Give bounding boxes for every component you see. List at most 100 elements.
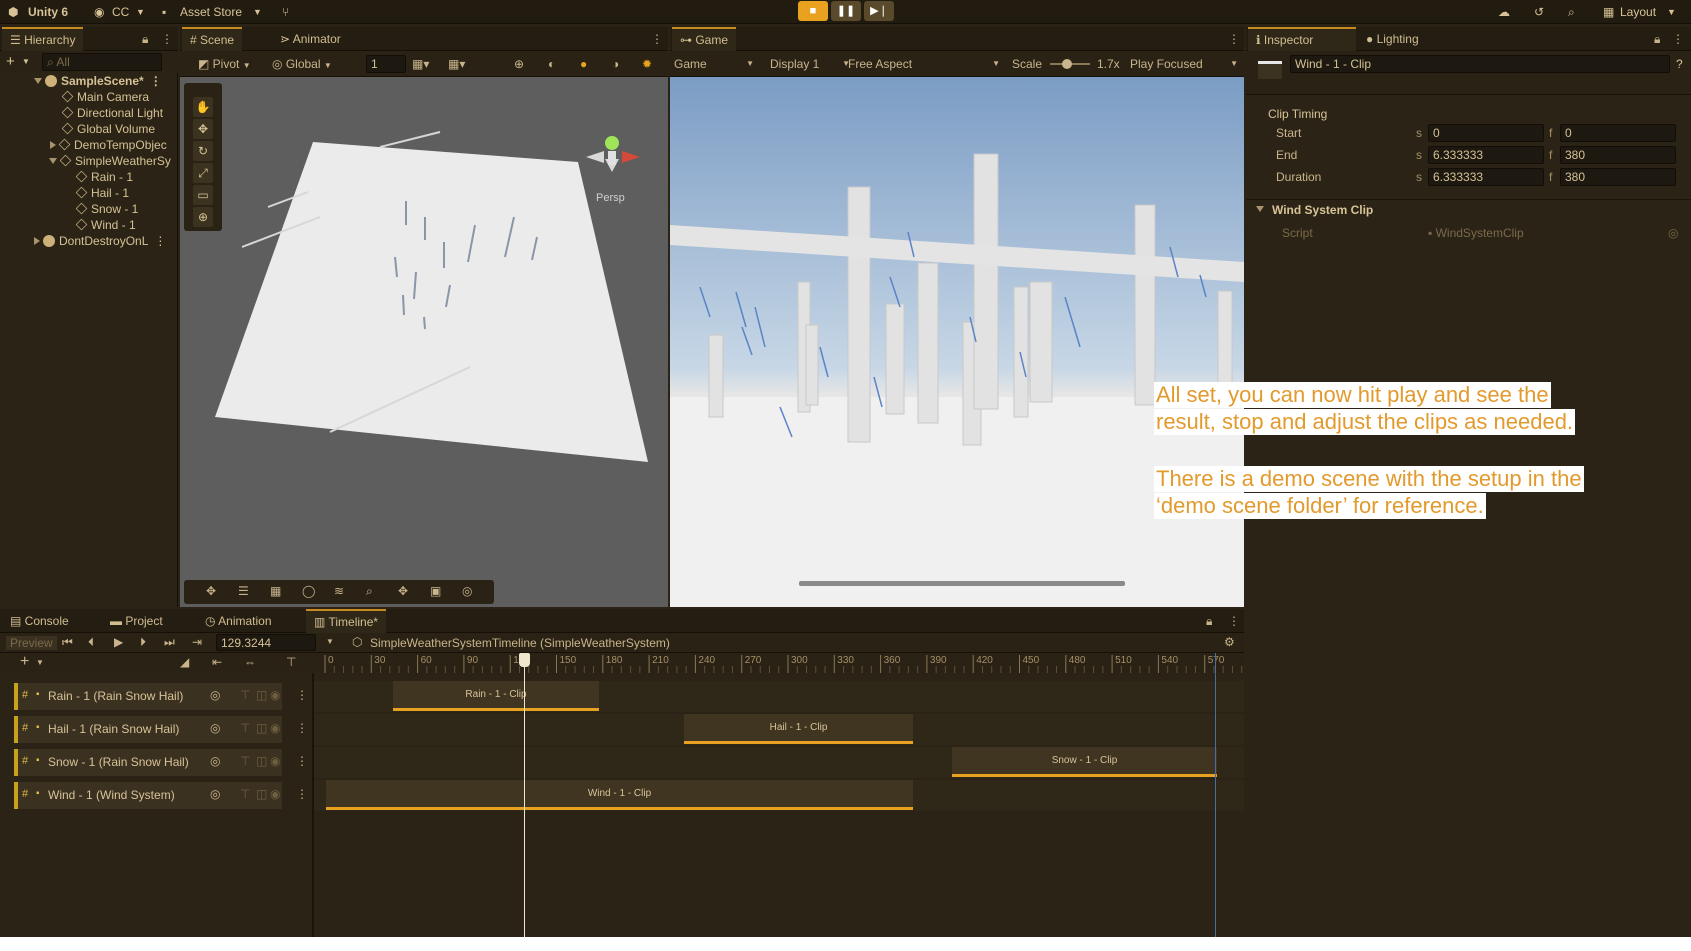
- shading-icon[interactable]: ◐: [548, 56, 555, 72]
- pause-button[interactable]: ❚❚: [831, 1, 861, 21]
- navigate-icon[interactable]: ✥: [398, 584, 408, 598]
- grid-snap-input[interactable]: 1: [366, 55, 406, 73]
- tab-animation[interactable]: ◷ Animation: [197, 609, 280, 633]
- draw-mode-icon[interactable]: ⊕: [514, 56, 524, 72]
- scale-tool-icon[interactable]: ⤢: [193, 163, 213, 183]
- start-seconds-field[interactable]: 0: [1428, 124, 1544, 142]
- end-frames-field[interactable]: 380: [1560, 146, 1676, 164]
- account-dropdown[interactable]: CC: [112, 3, 129, 21]
- more-icon[interactable]: ⋮: [296, 721, 308, 735]
- playhead[interactable]: [524, 653, 525, 937]
- more-icon[interactable]: ⋮: [150, 74, 162, 88]
- chevron-down-icon[interactable]: ▼: [326, 637, 334, 646]
- hierarchy-item-hail[interactable]: Hail - 1: [75, 185, 129, 201]
- lock-icon[interactable]: ◫: [256, 754, 267, 768]
- gizmos-icon[interactable]: ✹: [642, 56, 652, 72]
- play-focused-dropdown[interactable]: Play Focused ▼: [1130, 56, 1238, 72]
- tab-scene[interactable]: # Scene: [182, 27, 243, 51]
- search-icon[interactable]: ⌕: [1568, 3, 1575, 21]
- scene-gizmo[interactable]: [586, 136, 640, 172]
- eye-icon[interactable]: ◉: [270, 787, 280, 801]
- timeline-ruler[interactable]: 0306090120150180210240270300330360390420…: [314, 653, 1244, 673]
- tab-inspector[interactable]: ℹ Inspector: [1248, 27, 1356, 51]
- timeline-clip[interactable]: Wind - 1 - Clip: [326, 780, 913, 810]
- app-name[interactable]: Unity 6: [28, 3, 68, 21]
- more-icon[interactable]: ⋮: [651, 32, 663, 46]
- grid-toggle-icon[interactable]: ▦▾: [448, 56, 465, 72]
- tab-animator[interactable]: ⋗ Animator: [272, 27, 349, 51]
- snap-icon[interactable]: ◢: [180, 655, 189, 669]
- duration-frames-field[interactable]: 380: [1560, 168, 1676, 186]
- preview-button[interactable]: Preview: [6, 636, 57, 650]
- lock-icon[interactable]: 🔒︎: [1206, 614, 1212, 629]
- wind-system-clip-header[interactable]: Wind System Clip: [1246, 199, 1691, 219]
- game-viewport[interactable]: [670, 77, 1244, 607]
- end-seconds-field[interactable]: 6.333333: [1428, 146, 1544, 164]
- chevron-down-icon[interactable]: ▼: [253, 3, 262, 21]
- tab-lighting[interactable]: ● Lighting: [1358, 27, 1427, 51]
- target-icon[interactable]: ◎: [210, 721, 220, 735]
- aspect-dropdown[interactable]: Free Aspect ▼: [848, 56, 1000, 72]
- chevron-down-icon[interactable]: ▼: [36, 658, 44, 667]
- track-header[interactable]: # ▪ Rain - 1 (Rain Snow Hail) ◎ ⊤ ◫ ◉ ⋮: [14, 683, 308, 710]
- game-mode-dropdown[interactable]: Game ▼: [674, 56, 754, 72]
- chevron-down-icon[interactable]: ▼: [22, 57, 30, 66]
- duration-seconds-field[interactable]: 6.333333: [1428, 168, 1544, 186]
- more-icon[interactable]: ⋮: [161, 32, 173, 46]
- first-frame-icon[interactable]: ⏮: [62, 635, 73, 650]
- lock-icon[interactable]: ◫: [256, 787, 267, 801]
- more-icon[interactable]: ⋮: [1228, 32, 1240, 46]
- effects-icon[interactable]: ◑: [612, 56, 619, 72]
- frame-all-icon[interactable]: ⇔: [244, 655, 256, 669]
- track-header[interactable]: # ▪ Snow - 1 (Rain Snow Hail) ◎ ⊤ ◫ ◉ ⋮: [14, 749, 308, 776]
- grid-icon[interactable]: ▦: [270, 584, 281, 598]
- timeline-clip[interactable]: Rain - 1 - Clip: [393, 681, 599, 711]
- layout-dropdown[interactable]: Layout: [1620, 3, 1656, 21]
- loop-icon[interactable]: ⇥: [192, 635, 202, 649]
- zoom-icon[interactable]: ⌕: [366, 584, 373, 599]
- more-icon[interactable]: ⋮: [1228, 614, 1240, 628]
- timeline-clip[interactable]: Snow - 1 - Clip: [952, 747, 1217, 777]
- eye-icon[interactable]: ◉: [270, 754, 280, 768]
- lock-icon[interactable]: ◫: [256, 688, 267, 702]
- track-header[interactable]: # ▪ Wind - 1 (Wind System) ◎ ⊤ ◫ ◉ ⋮: [14, 782, 308, 809]
- collapse-icon[interactable]: [50, 141, 56, 149]
- camera-icon[interactable]: ▣: [430, 584, 441, 598]
- history-icon[interactable]: ↺: [1534, 3, 1544, 21]
- next-frame-icon[interactable]: ⏵: [140, 635, 146, 650]
- hierarchy-item-dontdestroyonload[interactable]: DontDestroyOnL ⋮: [34, 233, 166, 249]
- expand-icon[interactable]: [49, 158, 57, 164]
- time-field[interactable]: 129.3244: [216, 634, 316, 651]
- unity-logo-icon[interactable]: ⬢: [8, 3, 18, 21]
- prev-frame-icon[interactable]: ⏴: [88, 635, 94, 650]
- eye-icon[interactable]: ◉: [270, 688, 280, 702]
- move-tool-icon[interactable]: ✥: [193, 119, 213, 139]
- last-frame-icon[interactable]: ⏭: [164, 635, 175, 650]
- lock-icon[interactable]: 🔒︎: [142, 32, 148, 47]
- add-icon[interactable]: +: [6, 53, 15, 70]
- more-icon[interactable]: ⋮: [296, 688, 308, 702]
- scale-slider[interactable]: [1050, 59, 1090, 69]
- help-icon[interactable]: ?: [1676, 57, 1683, 71]
- object-name-field[interactable]: Wind - 1 - Clip: [1290, 55, 1670, 73]
- play-icon[interactable]: ▶: [114, 635, 123, 649]
- global-dropdown[interactable]: ◎ Global ▼: [272, 56, 332, 72]
- lighting-icon[interactable]: ●: [580, 56, 587, 72]
- tab-console[interactable]: ▤ Console: [2, 609, 77, 633]
- more-icon[interactable]: ⋮: [1672, 32, 1684, 46]
- hierarchy-item-global-volume[interactable]: Global Volume: [61, 121, 155, 137]
- rect-tool-icon[interactable]: ▭: [193, 185, 213, 205]
- more-icon[interactable]: ⋮: [296, 787, 308, 801]
- settings-icon[interactable]: ⚙: [1224, 635, 1235, 649]
- tab-game[interactable]: ⊶ Game: [672, 27, 737, 51]
- step-button[interactable]: ▶❘: [864, 1, 894, 21]
- hierarchy-item-rain[interactable]: Rain - 1: [75, 169, 133, 185]
- chevron-down-icon[interactable]: ▼: [136, 3, 145, 21]
- layers-icon[interactable]: ≋: [334, 584, 344, 598]
- compass-icon[interactable]: ◎: [462, 584, 472, 598]
- pin-icon[interactable]: ⊤: [240, 787, 250, 801]
- more-icon[interactable]: ⋮: [154, 234, 166, 248]
- more-icon[interactable]: ⋮: [296, 754, 308, 768]
- circle-icon[interactable]: ◯: [302, 584, 315, 598]
- move-icon[interactable]: ✥: [206, 584, 216, 598]
